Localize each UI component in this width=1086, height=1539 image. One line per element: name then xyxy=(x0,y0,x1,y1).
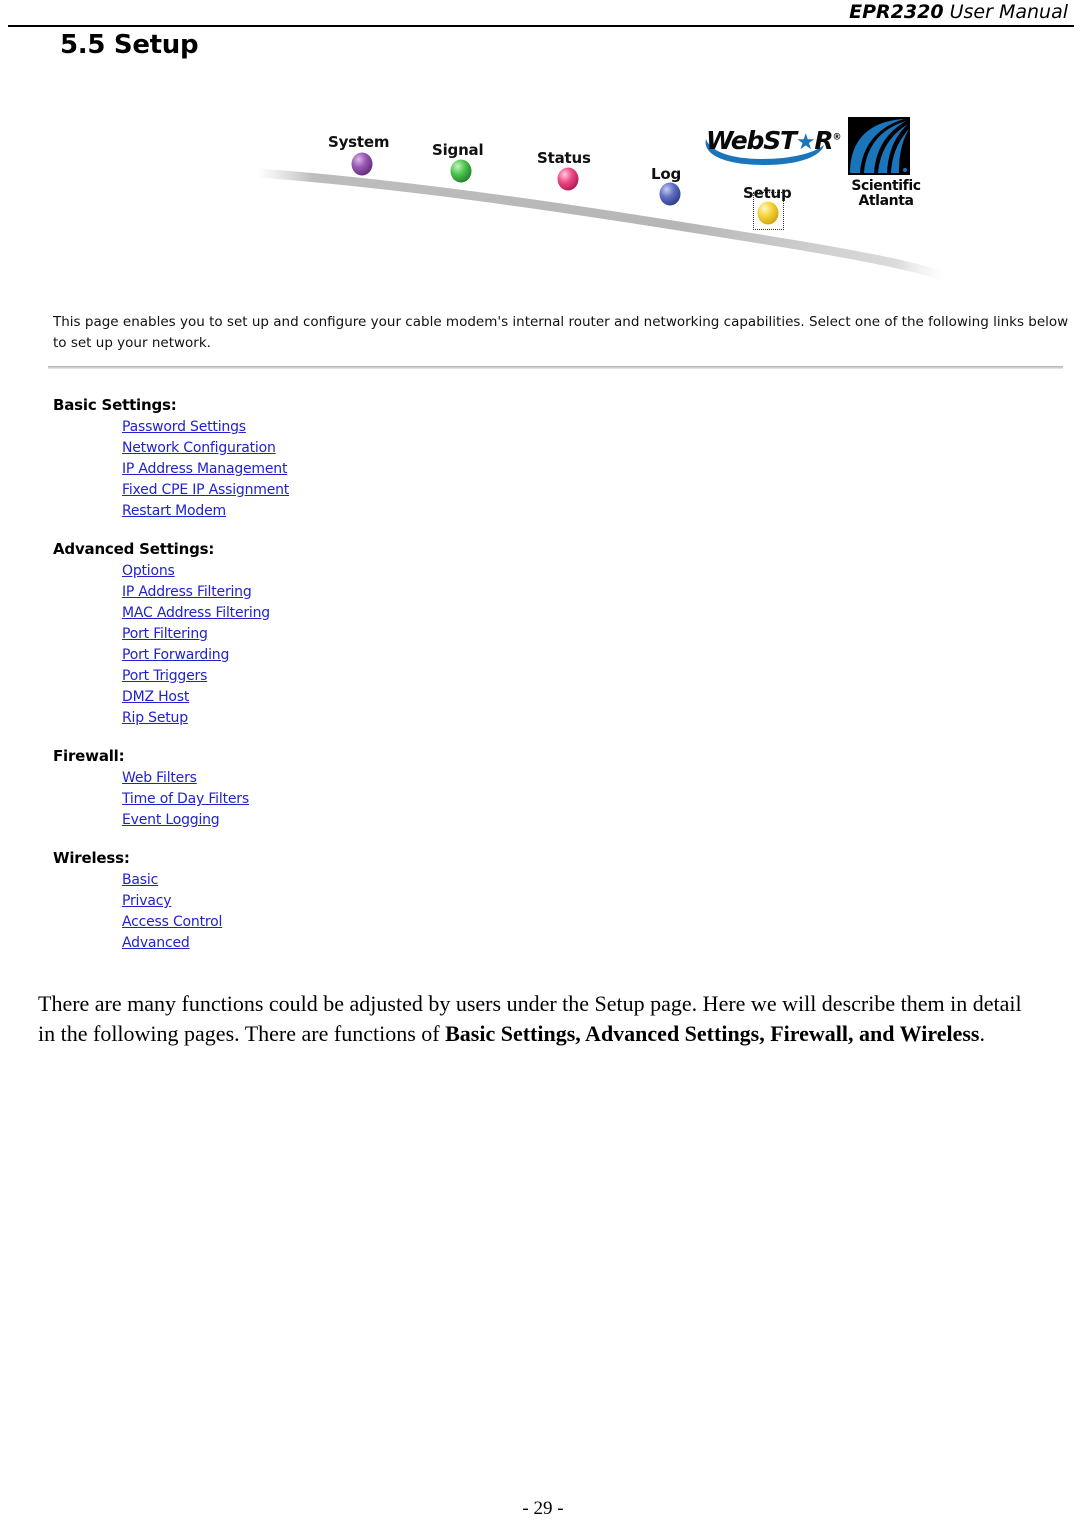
link-ip-address-filtering[interactable]: IP Address Filtering xyxy=(122,582,252,603)
group-links-basic-settings: Password Settings Network Configuration … xyxy=(122,417,553,522)
link-options[interactable]: Options xyxy=(122,561,175,582)
link-password-settings[interactable]: Password Settings xyxy=(122,417,246,438)
group-links-advanced-settings: Options IP Address Filtering MAC Address… xyxy=(122,561,553,729)
nav-dot-signal[interactable] xyxy=(450,159,472,183)
webstar-navigation-banner: System Signal Status Log Setup WebST★R® … xyxy=(40,105,1046,295)
page-title: 5.5 Setup xyxy=(60,30,199,60)
body-paragraph-bold-terms: Basic Settings, Advanced Settings, Firew… xyxy=(445,1021,980,1046)
link-restart-modem[interactable]: Restart Modem xyxy=(122,501,226,522)
group-links-wireless: Basic Privacy Access Control Advanced xyxy=(122,870,553,954)
header-model-name: EPR2320 xyxy=(849,1,944,23)
company-name-line2: Atlanta xyxy=(858,193,914,209)
nav-label-setup[interactable]: Setup xyxy=(743,184,792,202)
page-header: EPR2320 User Manual xyxy=(0,0,1086,28)
group-title-basic-settings: Basic Settings: xyxy=(53,396,177,414)
header-divider xyxy=(8,25,1074,27)
company-name-line1: Scientific xyxy=(851,178,921,194)
nav-label-system[interactable]: System xyxy=(328,133,389,151)
webstar-text-after-star: R xyxy=(814,126,833,155)
page-number-footer: - 29 - xyxy=(522,1498,564,1519)
link-mac-address-filtering[interactable]: MAC Address Filtering xyxy=(122,603,270,624)
webstar-wordmark-text: WebST★R® xyxy=(706,126,841,155)
group-links-firewall: Web Filters Time of Day Filters Event Lo… xyxy=(122,768,553,831)
nav-label-status[interactable]: Status xyxy=(537,149,591,167)
scientific-atlanta-wordmark: Scientific Atlanta xyxy=(840,179,932,209)
link-fixed-cpe-ip-assignment[interactable]: Fixed CPE IP Assignment xyxy=(122,480,289,501)
group-firewall: Firewall: Web Filters Time of Day Filter… xyxy=(53,747,553,831)
link-wireless-privacy[interactable]: Privacy xyxy=(122,891,171,912)
nav-label-signal[interactable]: Signal xyxy=(432,141,484,159)
running-header-title: EPR2320 User Manual xyxy=(849,1,1068,23)
nav-dot-log[interactable] xyxy=(659,182,681,206)
link-wireless-basic[interactable]: Basic xyxy=(122,870,158,891)
link-port-forwarding[interactable]: Port Forwarding xyxy=(122,645,229,666)
nav-dot-system[interactable] xyxy=(351,152,373,176)
link-port-triggers[interactable]: Port Triggers xyxy=(122,666,207,687)
setup-page-description: This page enables you to set up and conf… xyxy=(53,314,1069,351)
link-event-logging[interactable]: Event Logging xyxy=(122,810,220,831)
scientific-atlanta-mark-icon xyxy=(848,117,910,175)
link-web-filters[interactable]: Web Filters xyxy=(122,768,197,789)
nav-label-log[interactable]: Log xyxy=(651,165,681,183)
group-title-firewall: Firewall: xyxy=(53,747,125,765)
body-paragraph: There are many functions could be adjust… xyxy=(38,989,1038,1049)
webstar-star-icon: ★ xyxy=(795,130,816,155)
body-paragraph-part2: . xyxy=(979,1021,985,1046)
link-network-configuration[interactable]: Network Configuration xyxy=(122,438,276,459)
group-advanced-settings: Advanced Settings: Options IP Address Fi… xyxy=(53,540,553,729)
webstar-logo: WebST★R® xyxy=(700,123,841,169)
link-rip-setup[interactable]: Rip Setup xyxy=(122,708,188,729)
link-wireless-advanced[interactable]: Advanced xyxy=(122,933,190,954)
link-dmz-host[interactable]: DMZ Host xyxy=(122,687,189,708)
link-ip-address-management[interactable]: IP Address Management xyxy=(122,459,287,480)
content-divider xyxy=(48,366,1063,369)
group-title-advanced-settings: Advanced Settings: xyxy=(53,540,215,558)
setup-link-groups: Basic Settings: Password Settings Networ… xyxy=(53,396,553,972)
group-title-wireless: Wireless: xyxy=(53,849,130,867)
group-wireless: Wireless: Basic Privacy Access Control A… xyxy=(53,849,553,954)
link-time-of-day-filters[interactable]: Time of Day Filters xyxy=(122,789,249,810)
link-port-filtering[interactable]: Port Filtering xyxy=(122,624,208,645)
scientific-atlanta-logo: Scientific Atlanta xyxy=(840,117,932,217)
webstar-text-before-star: WebST xyxy=(706,126,797,155)
nav-dot-status[interactable] xyxy=(557,167,579,191)
link-wireless-access-control[interactable]: Access Control xyxy=(122,912,222,933)
group-basic-settings: Basic Settings: Password Settings Networ… xyxy=(53,396,553,522)
header-title-suffix: User Manual xyxy=(943,1,1068,23)
